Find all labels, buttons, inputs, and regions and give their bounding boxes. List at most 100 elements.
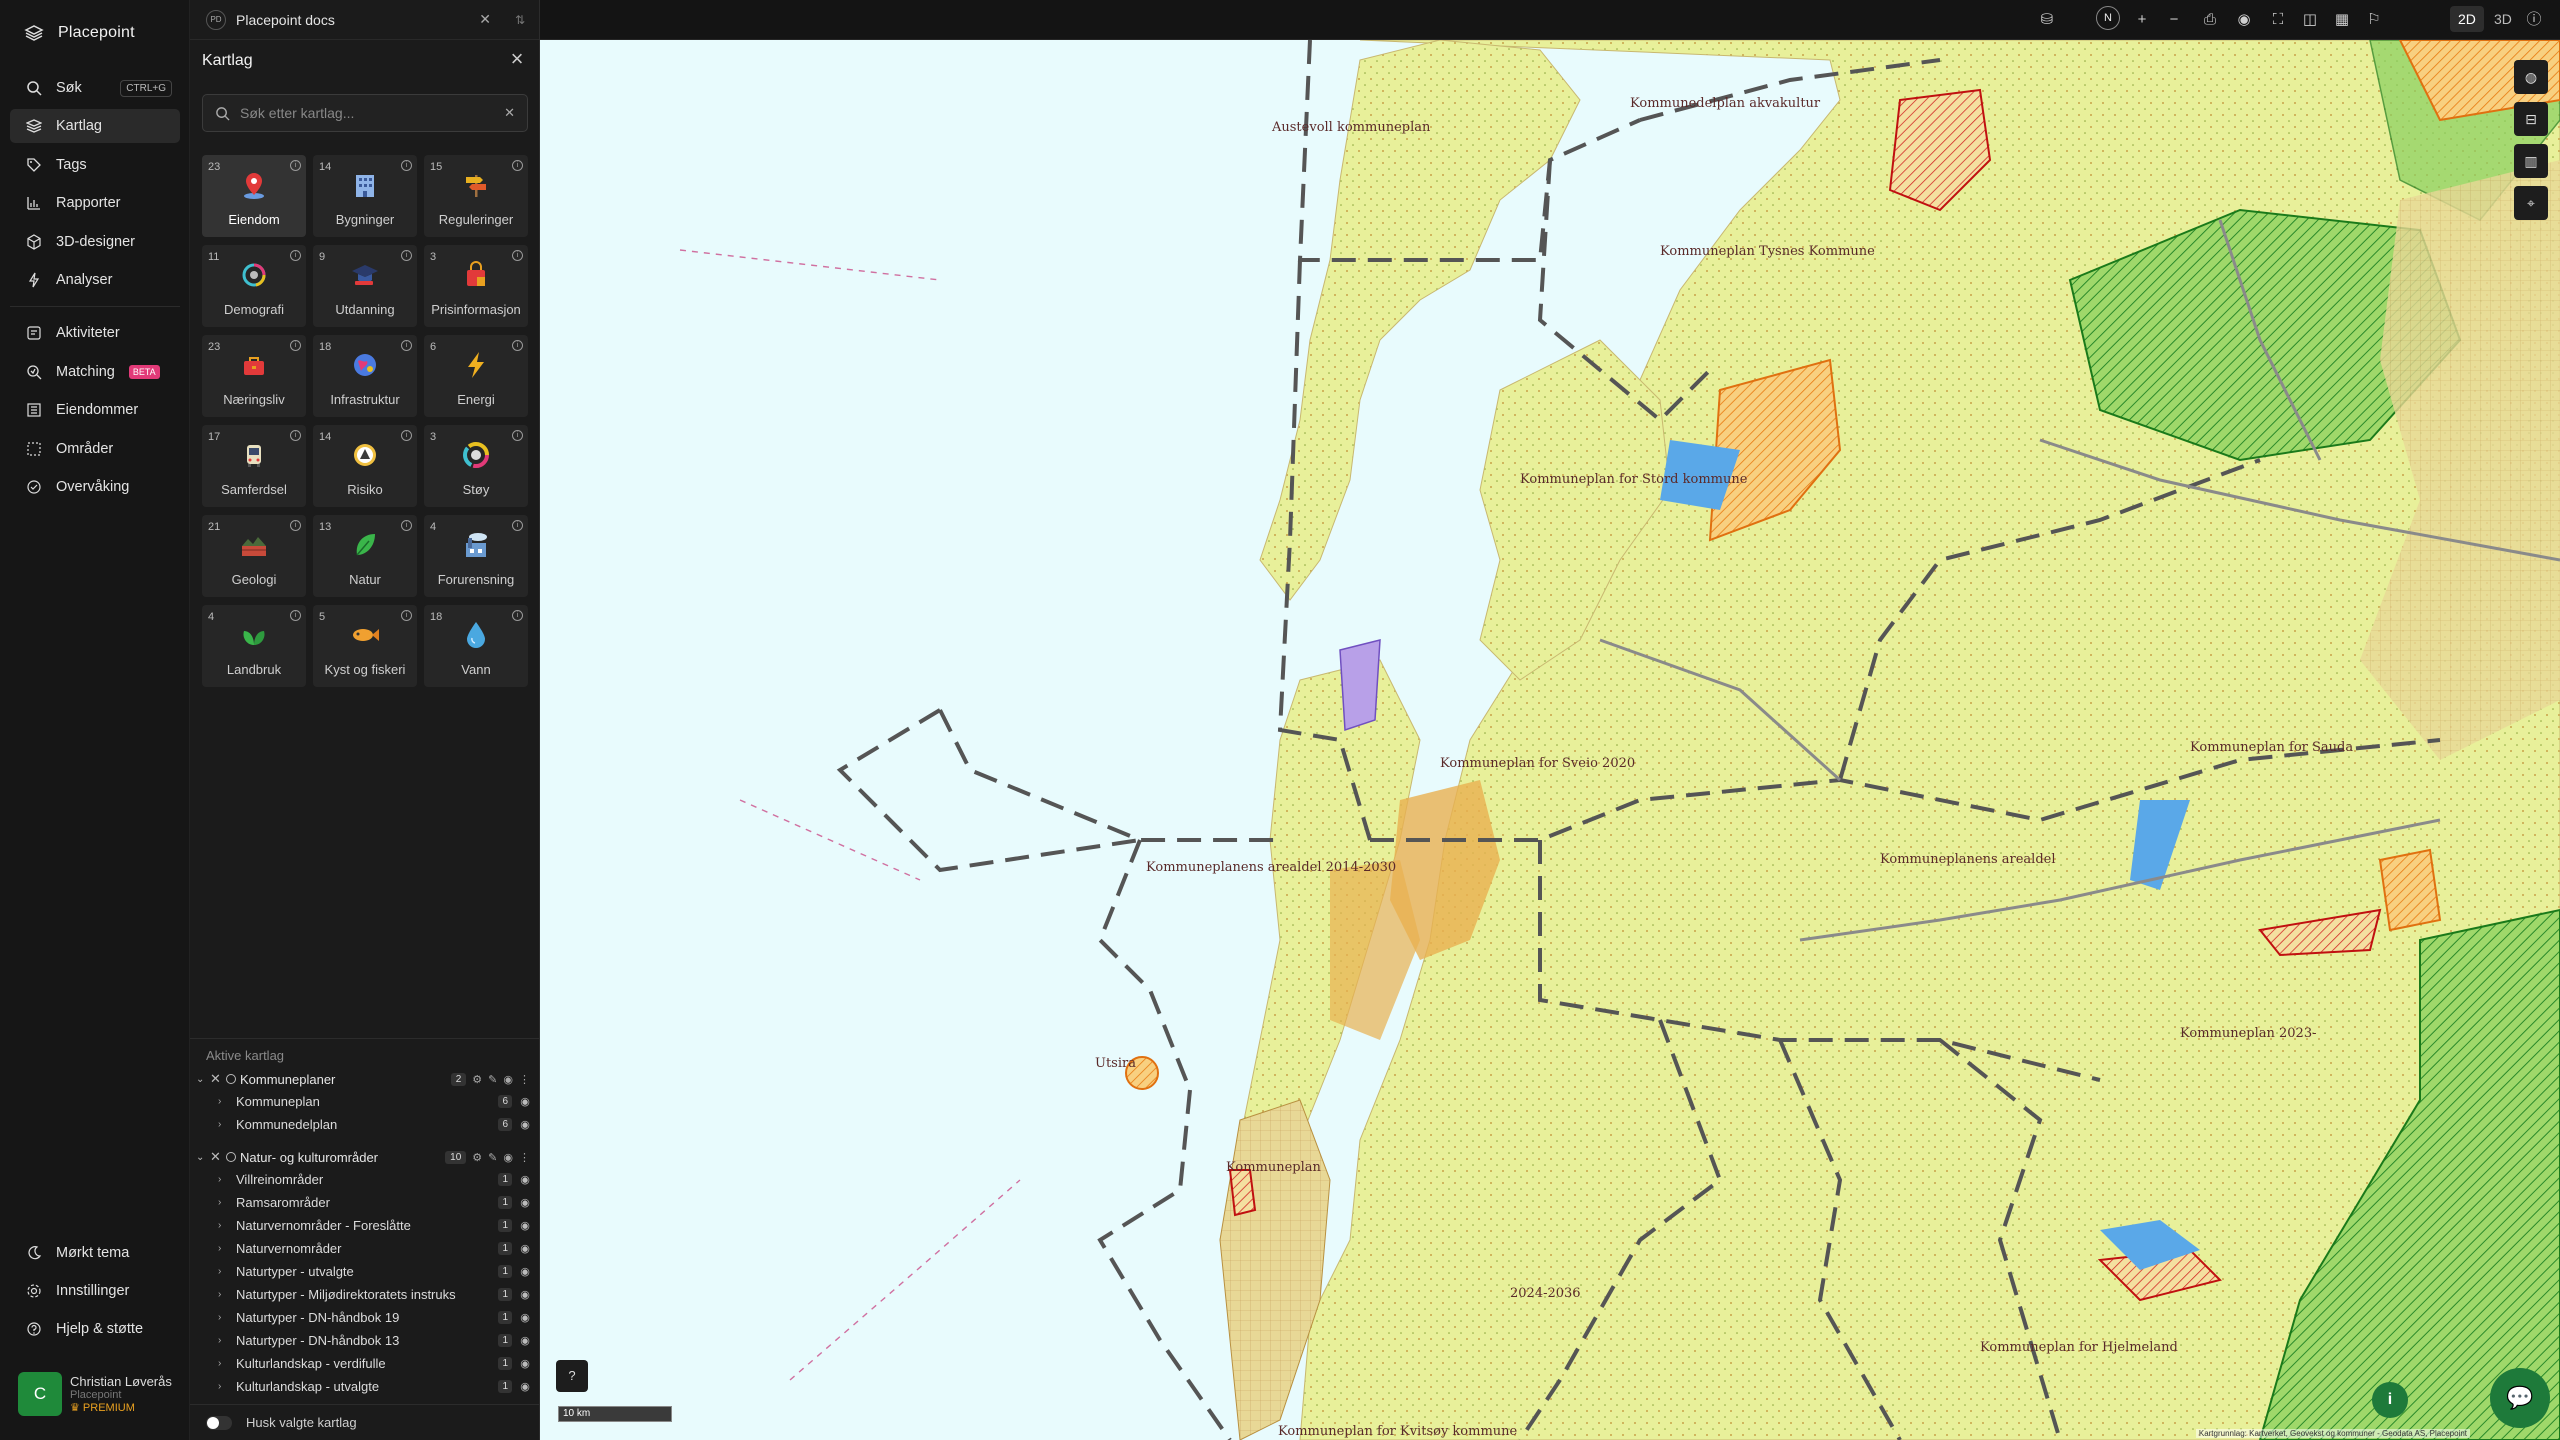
layer-row[interactable]: › Kulturlandskap - utvalgte 1 ◉ xyxy=(190,1375,540,1398)
map-help-icon[interactable]: ? xyxy=(556,1360,588,1392)
edit-icon[interactable]: ✎ xyxy=(488,1151,497,1164)
nav-item-omrader[interactable]: Områder xyxy=(10,432,180,466)
visibility-eye-icon[interactable]: ◉ xyxy=(518,1357,532,1370)
visibility-eye-icon[interactable]: ◉ xyxy=(518,1118,532,1131)
brand[interactable]: Placepoint xyxy=(0,0,189,66)
layer-row[interactable]: › Naturtyper - DN-håndbok 19 1 ◉ xyxy=(190,1306,540,1329)
info-icon[interactable]: i xyxy=(512,610,523,621)
info-icon[interactable]: i xyxy=(401,250,412,261)
more-options-icon[interactable]: ⋮ xyxy=(519,1151,530,1164)
info-icon[interactable]: i xyxy=(290,340,301,351)
layer-row[interactable]: › Naturtyper - DN-håndbok 13 1 ◉ xyxy=(190,1329,540,1352)
info-icon[interactable]: i xyxy=(290,430,301,441)
globe-tool-icon[interactable]: ◍ xyxy=(2514,60,2548,94)
category-kyst-og-fiskeri[interactable]: 5 i Kyst og fiskeri xyxy=(313,605,417,687)
eye-icon[interactable]: ◉ xyxy=(2234,10,2254,30)
category-risiko[interactable]: 14 i Risiko xyxy=(313,425,417,507)
group-info-icon[interactable] xyxy=(226,1152,236,1162)
info-icon[interactable]: i xyxy=(290,610,301,621)
settings-icon[interactable]: ⚙ xyxy=(472,1151,482,1164)
category-stoy[interactable]: 3 i Støy xyxy=(424,425,528,507)
layer-row[interactable]: › Ramsarområder 1 ◉ xyxy=(190,1191,540,1214)
expand-chevron-icon[interactable]: › xyxy=(218,1243,228,1254)
nav-item-matching[interactable]: Matching BETA xyxy=(10,355,180,389)
expand-chevron-icon[interactable]: › xyxy=(218,1220,228,1231)
nav-item-analyser[interactable]: Analyser xyxy=(10,263,180,297)
info-icon[interactable]: i xyxy=(512,520,523,531)
visibility-eye-icon[interactable]: ◉ xyxy=(518,1242,532,1255)
zoom-out-icon[interactable]: − xyxy=(2164,10,2184,30)
layer-row[interactable]: › Naturtyper - utvalgte 1 ◉ xyxy=(190,1260,540,1283)
category-reguleringer[interactable]: 15 i Reguleringer xyxy=(424,155,528,237)
remember-layers-toggle[interactable] xyxy=(206,1415,232,1430)
category-demografi[interactable]: 11 i Demografi xyxy=(202,245,306,327)
category-energi[interactable]: 6 i Energi xyxy=(424,335,528,417)
visibility-eye-icon[interactable]: ◉ xyxy=(518,1380,532,1393)
layer-row[interactable]: › Kulturlandskap - verdifulle 1 ◉ xyxy=(190,1352,540,1375)
collapse-chevron-icon[interactable]: ⌄ xyxy=(196,1152,210,1163)
nav-help[interactable]: Hjelp & støtte xyxy=(10,1312,180,1346)
expand-chevron-icon[interactable]: › xyxy=(218,1119,228,1130)
expand-chevron-icon[interactable]: › xyxy=(218,1266,228,1277)
north-compass-button[interactable]: N xyxy=(2096,6,2120,30)
visibility-eye-icon[interactable]: ◉ xyxy=(503,1073,513,1086)
info-icon[interactable]: i xyxy=(401,160,412,171)
user-profile[interactable]: C Christian Løverås Placepoint ♛ PREMIUM xyxy=(18,1372,182,1416)
layer-group-natur-og-kulturomrader[interactable]: ⌄ ✕ Natur- og kulturområder 10 ⚙ ✎ ◉ ⋮ xyxy=(190,1146,540,1168)
mode-3d-button[interactable]: 3D xyxy=(2486,6,2520,32)
visibility-eye-icon[interactable]: ◉ xyxy=(518,1219,532,1232)
visibility-eye-icon[interactable]: ◉ xyxy=(518,1196,532,1209)
category-prisinformasjon[interactable]: 3 i Prisinformasjon xyxy=(424,245,528,327)
category-naeringsliv[interactable]: 23 i Næringsliv xyxy=(202,335,306,417)
grid-view-icon[interactable]: ▦ xyxy=(2332,10,2352,30)
zoom-in-icon[interactable]: + xyxy=(2132,10,2152,30)
visibility-eye-icon[interactable]: ◉ xyxy=(518,1288,532,1301)
category-vann[interactable]: 18 i Vann xyxy=(424,605,528,687)
chat-support-icon[interactable]: 💬 xyxy=(2490,1368,2550,1428)
close-panel-icon[interactable]: × xyxy=(505,48,529,72)
switch-document-icon[interactable]: ⇅ xyxy=(515,13,525,27)
nav-item-overvaking[interactable]: Overvåking xyxy=(10,470,180,504)
remove-group-icon[interactable]: ✕ xyxy=(210,1149,224,1165)
layer-row[interactable]: › Naturvernområder - Foreslåtte 1 ◉ xyxy=(190,1214,540,1237)
ruler-tool-icon[interactable]: ⊟ xyxy=(2514,102,2548,136)
nav-item-rapporter[interactable]: Rapporter xyxy=(10,186,180,220)
clear-search-icon[interactable]: ✕ xyxy=(504,105,515,121)
map-info-icon[interactable]: i xyxy=(2372,1382,2408,1418)
expand-chevron-icon[interactable]: › xyxy=(218,1174,228,1185)
mode-2d-button[interactable]: 2D xyxy=(2450,6,2484,32)
nav-item-eiendommer[interactable]: Eiendommer xyxy=(10,393,180,427)
info-icon[interactable]: i xyxy=(401,430,412,441)
category-infrastruktur[interactable]: 18 i Infrastruktur xyxy=(313,335,417,417)
info-icon[interactable]: i xyxy=(401,340,412,351)
info-icon[interactable]: i xyxy=(401,610,412,621)
expand-chevron-icon[interactable]: › xyxy=(218,1289,228,1300)
layer-row[interactable]: › Naturtyper - Miljødirektoratets instruk… xyxy=(190,1283,540,1306)
category-geologi[interactable]: 21 i Geologi xyxy=(202,515,306,597)
category-bygninger[interactable]: 14 i Bygninger xyxy=(313,155,417,237)
info-icon[interactable]: i xyxy=(290,250,301,261)
category-forurensning[interactable]: 4 i Forurensning xyxy=(424,515,528,597)
layer-row[interactable]: › Kommuneplan 6 ◉ xyxy=(190,1090,540,1113)
expand-chevron-icon[interactable]: › xyxy=(218,1335,228,1346)
expand-chevron-icon[interactable]: › xyxy=(218,1312,228,1323)
expand-chevron-icon[interactable]: › xyxy=(218,1197,228,1208)
nav-search[interactable]: Søk CTRL+G xyxy=(10,71,180,105)
category-utdanning[interactable]: 9 i Utdanning xyxy=(313,245,417,327)
expand-chevron-icon[interactable]: › xyxy=(218,1358,228,1369)
nav-settings[interactable]: Innstillinger xyxy=(10,1274,180,1308)
nav-dark-theme[interactable]: Mørkt tema xyxy=(10,1236,180,1270)
fullscreen-icon[interactable]: ⛶ xyxy=(2268,10,2288,30)
visibility-eye-icon[interactable]: ◉ xyxy=(518,1265,532,1278)
group-info-icon[interactable] xyxy=(226,1074,236,1084)
settings-icon[interactable]: ⚙ xyxy=(472,1073,482,1086)
layers-stack-icon[interactable]: ⛁ xyxy=(2037,10,2057,30)
info-icon[interactable]: ⓘ xyxy=(2524,10,2544,30)
camera-icon[interactable]: ◫ xyxy=(2300,10,2320,30)
layer-group-kommuneplaner[interactable]: ⌄ ✕ Kommuneplaner 2 ⚙ ✎ ◉ ⋮ xyxy=(190,1068,540,1090)
collapse-chevron-icon[interactable]: ⌄ xyxy=(196,1074,210,1085)
info-icon[interactable]: i xyxy=(512,160,523,171)
category-eiendom[interactable]: 23 i Eiendom xyxy=(202,155,306,237)
info-icon[interactable]: i xyxy=(290,520,301,531)
layer-search-input[interactable] xyxy=(240,105,495,121)
